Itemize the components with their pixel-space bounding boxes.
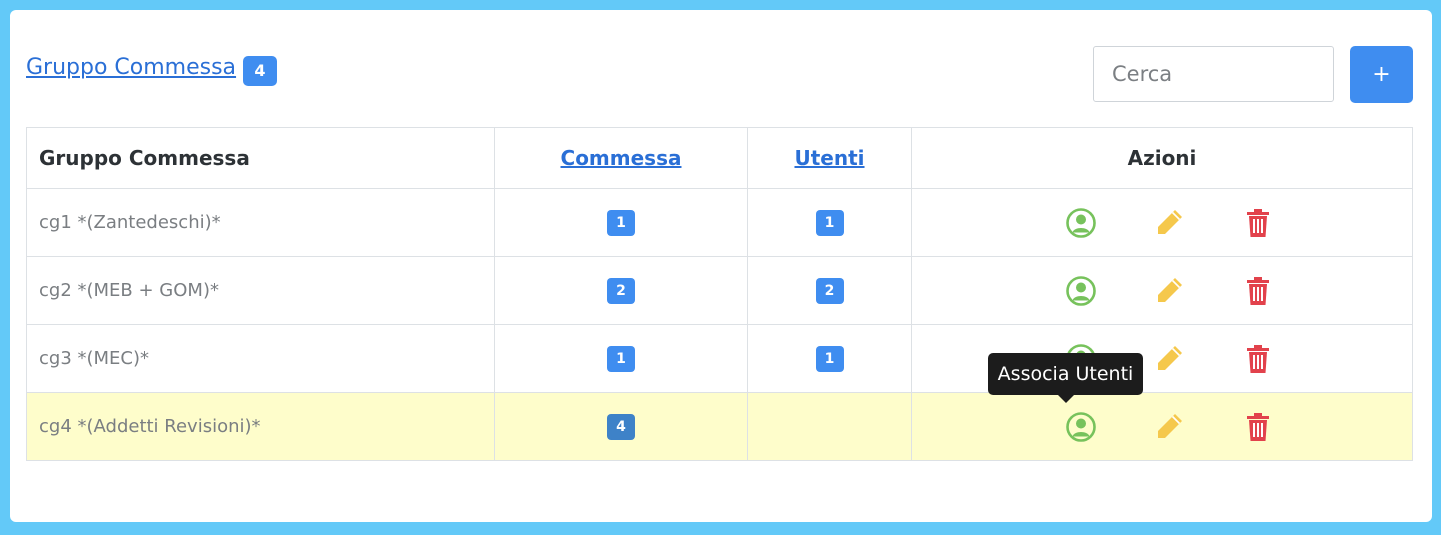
pencil-icon[interactable] bbox=[1153, 343, 1185, 375]
commessa-badge[interactable]: 1 bbox=[607, 345, 635, 372]
sort-commessa-link[interactable]: Commessa bbox=[561, 146, 682, 170]
table-row: cg3 *(MEC)* 1 1 bbox=[26, 324, 1413, 393]
pencil-icon[interactable] bbox=[1153, 411, 1185, 443]
actions-cell bbox=[911, 188, 1413, 257]
user-circle-icon[interactable] bbox=[1065, 207, 1097, 239]
row-name: cg1 *(Zantedeschi)* bbox=[26, 188, 495, 257]
utenti-cell: 1 bbox=[747, 324, 912, 393]
utenti-cell: 1 bbox=[747, 188, 912, 257]
search-input[interactable] bbox=[1093, 46, 1334, 102]
actions-cell bbox=[911, 324, 1413, 393]
column-header-azioni: Azioni bbox=[911, 127, 1413, 189]
trash-icon[interactable] bbox=[1244, 275, 1272, 307]
tooltip-arrow bbox=[1058, 395, 1074, 403]
trash-icon[interactable] bbox=[1244, 207, 1272, 239]
commessa-badge[interactable]: 2 bbox=[607, 277, 635, 304]
actions-cell bbox=[911, 392, 1413, 461]
count-badge: 4 bbox=[243, 56, 277, 86]
sort-utenti-link[interactable]: Utenti bbox=[794, 146, 864, 170]
user-circle-icon[interactable] bbox=[1065, 275, 1097, 307]
row-name: cg3 *(MEC)* bbox=[26, 324, 495, 393]
column-header-utenti: Utenti bbox=[747, 127, 912, 189]
commessa-badge[interactable]: 1 bbox=[607, 209, 635, 236]
table-header-row: Gruppo Commessa Commessa Utenti Azioni bbox=[26, 127, 1413, 189]
main-card: Gruppo Commessa 4 + Gruppo Commessa Comm… bbox=[10, 10, 1432, 522]
utenti-badge[interactable]: 1 bbox=[815, 345, 844, 372]
commessa-cell: 1 bbox=[494, 324, 748, 393]
row-name: cg4 *(Addetti Revisioni)* bbox=[26, 392, 495, 461]
trash-icon[interactable] bbox=[1244, 343, 1272, 375]
commessa-cell: 2 bbox=[494, 256, 748, 325]
pencil-icon[interactable] bbox=[1153, 207, 1185, 239]
row-name: cg2 *(MEB + GOM)* bbox=[26, 256, 495, 325]
page-title-link[interactable]: Gruppo Commessa bbox=[26, 55, 236, 80]
groups-table: Gruppo Commessa Commessa Utenti Azioni c… bbox=[26, 127, 1413, 461]
trash-icon[interactable] bbox=[1244, 411, 1272, 443]
table-row: cg1 *(Zantedeschi)* 1 1 bbox=[26, 188, 1413, 257]
table-row-hovered: cg4 *(Addetti Revisioni)* 4 bbox=[26, 392, 1413, 461]
commessa-badge[interactable]: 4 bbox=[607, 413, 635, 440]
utenti-cell: 2 bbox=[747, 256, 912, 325]
user-circle-icon[interactable] bbox=[1065, 411, 1097, 443]
add-button[interactable]: + bbox=[1350, 46, 1413, 103]
table-row: cg2 *(MEB + GOM)* 2 2 bbox=[26, 256, 1413, 325]
utenti-badge[interactable]: 2 bbox=[815, 277, 844, 304]
associate-users-tooltip: Associa Utenti bbox=[988, 353, 1143, 395]
utenti-badge[interactable]: 1 bbox=[815, 209, 844, 236]
actions-cell bbox=[911, 256, 1413, 325]
utenti-cell bbox=[747, 392, 912, 461]
commessa-cell: 4 bbox=[494, 392, 748, 461]
pencil-icon[interactable] bbox=[1153, 275, 1185, 307]
column-header-commessa: Commessa bbox=[494, 127, 748, 189]
commessa-cell: 1 bbox=[494, 188, 748, 257]
column-header-gruppo-commessa: Gruppo Commessa bbox=[26, 127, 495, 189]
